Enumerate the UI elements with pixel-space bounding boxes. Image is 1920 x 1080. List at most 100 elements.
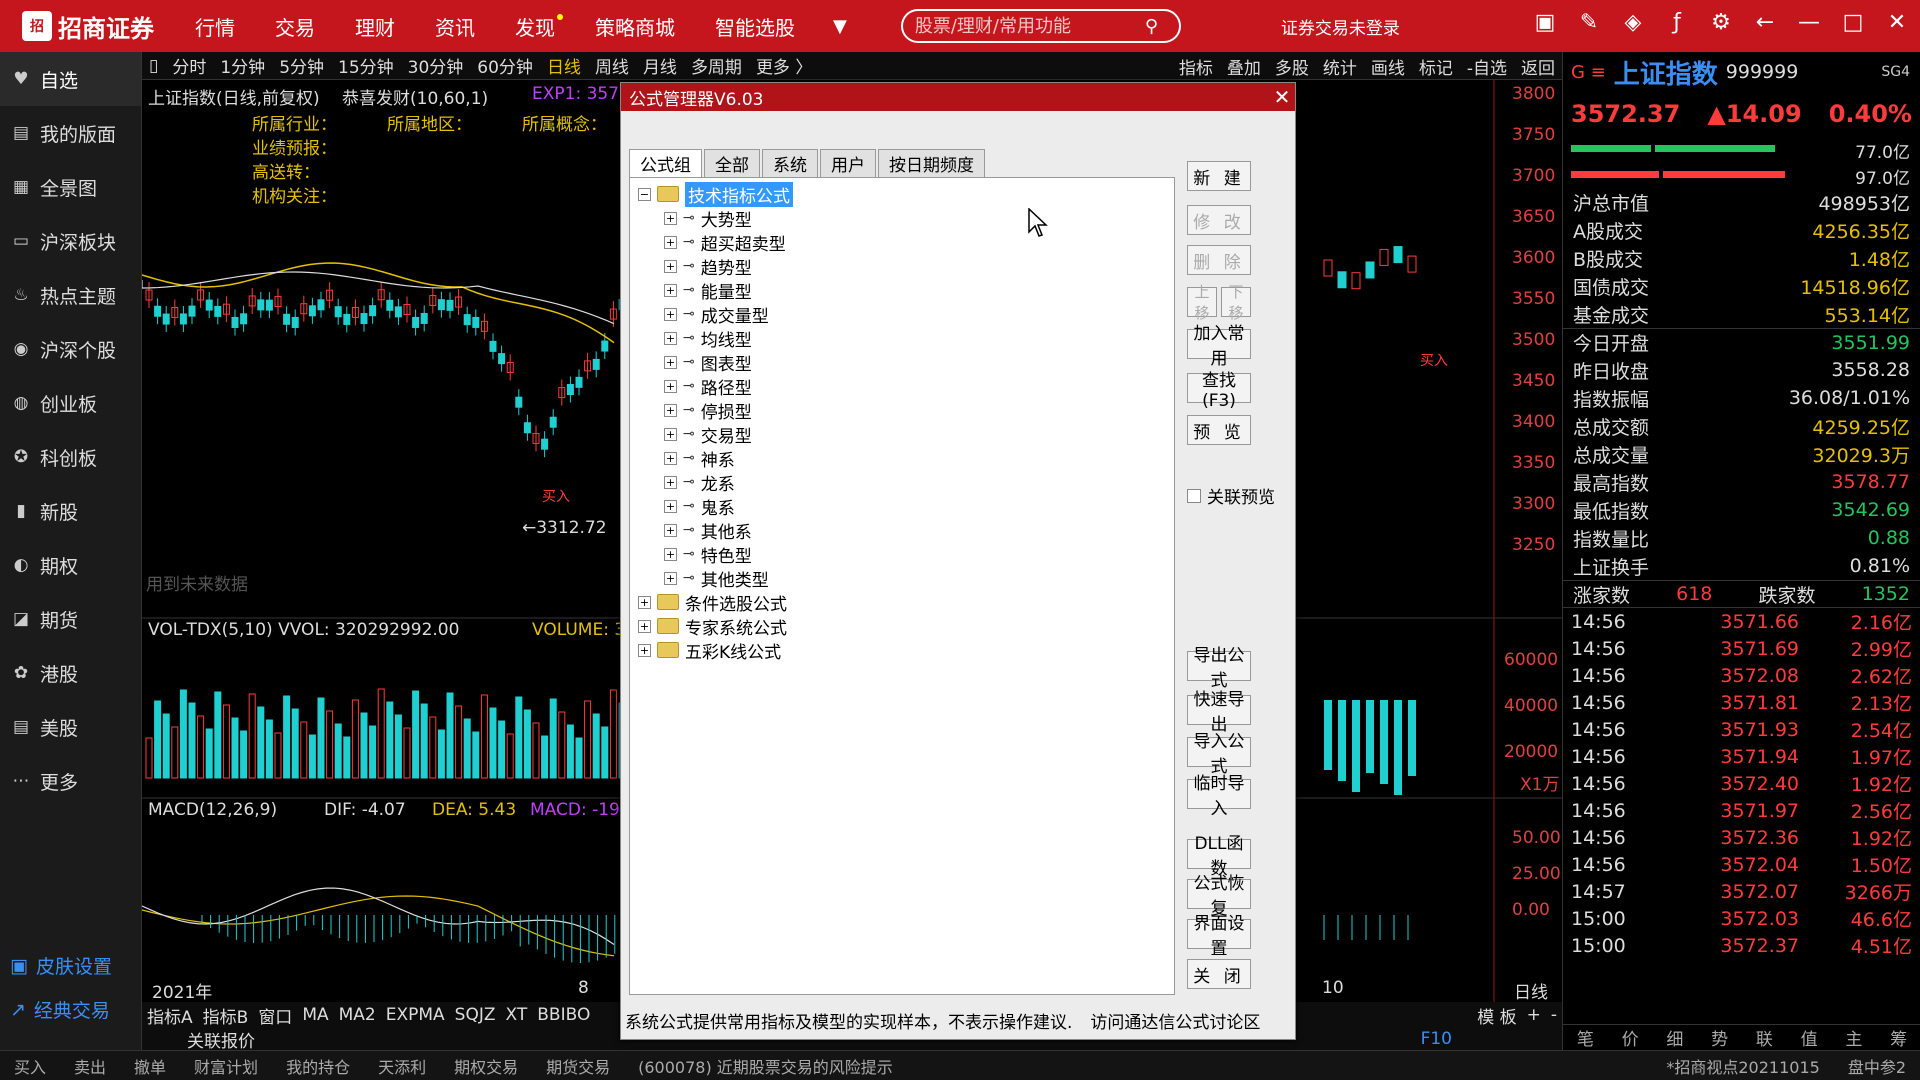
tree-node[interactable]: + ⊸ 路径型 <box>664 374 752 399</box>
sidebar-item-star-market[interactable]: ✪ 科创板 <box>0 430 141 484</box>
tool-watchlist[interactable]: -自选 <box>1460 54 1514 79</box>
expand-icon[interactable]: − <box>638 187 651 201</box>
sidebar-item-ipo[interactable]: ▮ 新股 <box>0 484 141 538</box>
sidebar-item-gem[interactable]: ◍ 创业板 <box>0 376 141 430</box>
template-button[interactable]: 模 板 <box>1472 1003 1521 1028</box>
tree-node[interactable]: + ⊸ 能量型 <box>664 278 752 303</box>
menu-smart-pick[interactable]: 智能选股 <box>695 12 815 41</box>
tree-node[interactable]: + ⊸ 图表型 <box>664 350 752 375</box>
period-monthly[interactable]: 月线 <box>636 53 684 78</box>
ind-a[interactable]: 指标A <box>142 1003 198 1028</box>
checkbox-icon[interactable] <box>1187 488 1201 503</box>
minimize-icon[interactable]: — <box>1796 10 1822 35</box>
tool-stats[interactable]: 统计 <box>1316 54 1364 79</box>
tree-node[interactable]: − 技术指标公式 <box>638 181 793 207</box>
expand-icon[interactable]: + <box>664 379 677 393</box>
period-multi[interactable]: 多周期 <box>684 53 749 78</box>
tab-formula-group[interactable]: 公式组 <box>629 149 702 177</box>
sidebar-item-us[interactable]: ▤ 美股 <box>0 700 141 754</box>
status-option-trade[interactable]: 期权交易 <box>440 1054 532 1078</box>
dialog-button[interactable]: 新 建 <box>1187 161 1251 191</box>
period-daily[interactable]: 日线 <box>540 53 588 78</box>
expand-icon[interactable]: + <box>638 619 651 633</box>
quote-tab[interactable]: 主 <box>1845 1025 1862 1050</box>
dialog-button[interactable]: 预 览 <box>1187 415 1251 445</box>
tree-node[interactable]: + ⊸ 成交量型 <box>664 302 769 327</box>
menu-finance[interactable]: 理财 <box>335 12 415 41</box>
tree-node[interactable]: + 条件选股公式 <box>638 590 787 615</box>
period-60min[interactable]: 60分钟 <box>470 53 540 78</box>
ind-ma[interactable]: MA <box>297 1005 333 1025</box>
cube-icon[interactable]: ◈ <box>1620 10 1646 35</box>
expand-icon[interactable]: + <box>664 547 677 561</box>
period-5min[interactable]: 5分钟 <box>272 53 331 78</box>
dialog-button[interactable]: 导入公式 <box>1187 732 1251 777</box>
close-icon[interactable]: ✕ <box>1884 10 1910 35</box>
tree-node[interactable]: + 专家系统公式 <box>638 614 787 639</box>
sidebar-item-stocks[interactable]: ◉ 沪深个股 <box>0 322 141 376</box>
sidebar-item-sector[interactable]: ▭ 沪深板块 <box>0 214 141 268</box>
period-more[interactable]: 更多 〉 <box>749 53 819 78</box>
expand-icon[interactable]: + <box>664 259 677 273</box>
ind-ma2[interactable]: MA2 <box>334 1005 381 1025</box>
tree-node[interactable]: + ⊸ 停损型 <box>664 398 752 423</box>
ind-xt[interactable]: XT <box>501 1005 533 1025</box>
sidebar-item-futures[interactable]: ◪ 期货 <box>0 592 141 646</box>
expand-icon[interactable]: + <box>638 595 651 609</box>
expand-icon[interactable]: + <box>664 403 677 417</box>
tab-user[interactable]: 用户 <box>820 149 876 177</box>
status-positions[interactable]: 我的持仓 <box>272 1054 364 1078</box>
tree-node[interactable]: + ⊸ 鬼系 <box>664 494 735 519</box>
sidebar-item-panorama[interactable]: ▦ 全景图 <box>0 160 141 214</box>
expand-icon[interactable]: + <box>664 331 677 345</box>
expand-icon[interactable]: + <box>638 643 651 657</box>
dialog-button[interactable]: 导出公式 <box>1187 646 1251 691</box>
tree-node[interactable]: + ⊸ 均线型 <box>664 326 752 351</box>
dialog-button[interactable]: 公式恢复 <box>1187 874 1251 919</box>
edit-icon[interactable]: ✎ <box>1576 10 1602 35</box>
status-risk-notice[interactable]: (600078) 近期股票交易的风险提示 <box>624 1054 907 1078</box>
quote-tab[interactable]: 价 <box>1622 1025 1639 1050</box>
sidebar-item-hot-topic[interactable]: ♨ 热点主题 <box>0 268 141 322</box>
sidebar-item-my-layout[interactable]: ▤ 我的版面 <box>0 106 141 160</box>
tree-node[interactable]: + ⊸ 超买超卖型 <box>664 230 786 255</box>
dialog-button[interactable]: 临时导入 <box>1187 774 1251 819</box>
expand-icon[interactable]: + <box>664 307 677 321</box>
dialog-button[interactable]: 上移 <box>1187 283 1217 322</box>
dialog-button[interactable]: 修 改 <box>1187 205 1251 235</box>
dialog-button[interactable]: 下移 <box>1221 283 1251 322</box>
dialog-button[interactable]: 界面设置 <box>1187 914 1251 959</box>
tab-all[interactable]: 全部 <box>704 149 760 177</box>
dialog-title-bar[interactable]: 公式管理器V6.03 ✕ <box>621 83 1295 111</box>
classic-trade[interactable]: ↗ 经典交易 <box>0 996 142 1023</box>
ind-expma[interactable]: EXPMA <box>381 1005 450 1025</box>
tool-multi-stock[interactable]: 多股 <box>1268 54 1316 79</box>
login-status[interactable]: 证券交易未登录 <box>1281 14 1400 39</box>
ind-b[interactable]: 指标B <box>198 1003 254 1028</box>
expand-icon[interactable]: + <box>664 451 677 465</box>
period-30min[interactable]: 30分钟 <box>401 53 471 78</box>
search-icon[interactable]: ⚲ <box>1145 16 1158 37</box>
tab-by-date[interactable]: 按日期频度 <box>878 149 985 177</box>
menu-trade[interactable]: 交易 <box>255 12 335 41</box>
tree-node[interactable]: + ⊸ 交易型 <box>664 422 752 447</box>
tree-node[interactable]: + ⊸ 趋势型 <box>664 254 752 279</box>
tree-node[interactable]: + ⊸ 大势型 <box>664 206 752 231</box>
quote-tab[interactable]: 笔 <box>1577 1025 1594 1050</box>
status-news[interactable]: *招商视点20211015 <box>1652 1054 1833 1078</box>
quote-tab[interactable]: 联 <box>1756 1025 1773 1050</box>
sidebar-item-options[interactable]: ◐ 期权 <box>0 538 141 592</box>
quote-tab[interactable]: 筹 <box>1890 1025 1907 1050</box>
dialog-button[interactable]: 关 闭 <box>1187 959 1251 989</box>
tree-node[interactable]: + ⊸ 其他系 <box>664 518 752 543</box>
expand-icon[interactable]: + <box>664 355 677 369</box>
ind-bbibo[interactable]: BBIBO <box>532 1005 595 1025</box>
tree-node[interactable]: + ⊸ 龙系 <box>664 470 735 495</box>
assoc-preview-checkbox[interactable]: 关联预览 <box>1187 483 1275 508</box>
f10-label[interactable]: F10 <box>1421 1029 1452 1049</box>
skin-settings[interactable]: ▣ 皮肤设置 <box>0 952 142 979</box>
expand-icon[interactable]: + <box>664 427 677 441</box>
menu-discover[interactable]: 发现 <box>495 12 575 41</box>
sidebar-item-hk[interactable]: ✿ 港股 <box>0 646 141 700</box>
dialog-button[interactable]: 快速导出 <box>1187 690 1251 735</box>
